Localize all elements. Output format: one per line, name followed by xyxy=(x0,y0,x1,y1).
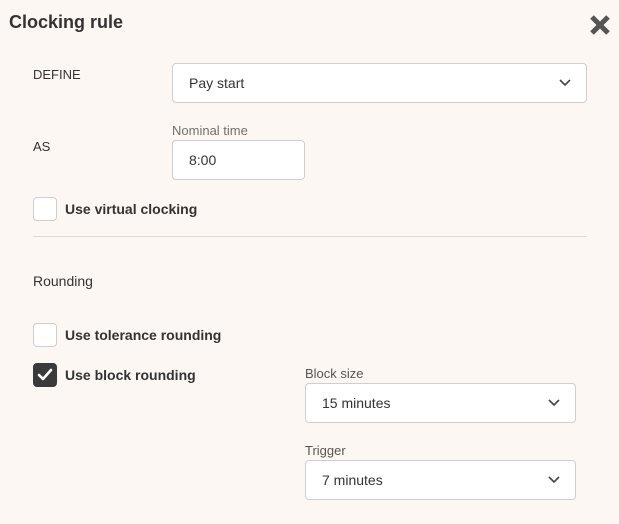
clocking-rule-dialog: Clocking rule DEFINE Pay start AS Nomina… xyxy=(0,0,619,524)
nominal-time-label: Nominal time xyxy=(172,123,248,138)
section-divider xyxy=(33,236,587,237)
block-size-label: Block size xyxy=(305,366,364,381)
block-size-value: 15 minutes xyxy=(322,395,391,411)
define-select-value: Pay start xyxy=(189,75,245,91)
block-rounding-option[interactable]: Use block rounding xyxy=(33,363,196,387)
rounding-heading: Rounding xyxy=(33,273,93,289)
tolerance-rounding-option[interactable]: Use tolerance rounding xyxy=(33,323,221,347)
virtual-clocking-label: Use virtual clocking xyxy=(65,201,198,217)
chevron-down-icon xyxy=(548,399,560,407)
chevron-down-icon xyxy=(559,79,571,87)
chevron-down-icon xyxy=(548,476,560,484)
define-label: DEFINE xyxy=(33,67,81,82)
trigger-value: 7 minutes xyxy=(322,472,383,488)
block-rounding-checkbox[interactable] xyxy=(33,363,57,387)
close-x-icon xyxy=(590,15,610,35)
virtual-clocking-checkbox[interactable] xyxy=(33,197,57,221)
tolerance-rounding-checkbox[interactable] xyxy=(33,323,57,347)
virtual-clocking-option[interactable]: Use virtual clocking xyxy=(33,197,197,221)
nominal-time-value: 8:00 xyxy=(189,152,217,168)
tolerance-rounding-label: Use tolerance rounding xyxy=(65,327,222,343)
close-button[interactable] xyxy=(588,13,612,37)
checkmark-icon xyxy=(37,368,53,381)
as-label: AS xyxy=(33,139,51,154)
nominal-time-input[interactable]: 8:00 xyxy=(172,140,305,180)
block-size-select[interactable]: 15 minutes xyxy=(305,383,576,423)
dialog-title: Clocking rule xyxy=(9,12,124,32)
trigger-label: Trigger xyxy=(305,443,346,458)
trigger-select[interactable]: 7 minutes xyxy=(305,460,576,500)
define-select[interactable]: Pay start xyxy=(172,63,587,103)
block-rounding-label: Use block rounding xyxy=(65,367,196,383)
